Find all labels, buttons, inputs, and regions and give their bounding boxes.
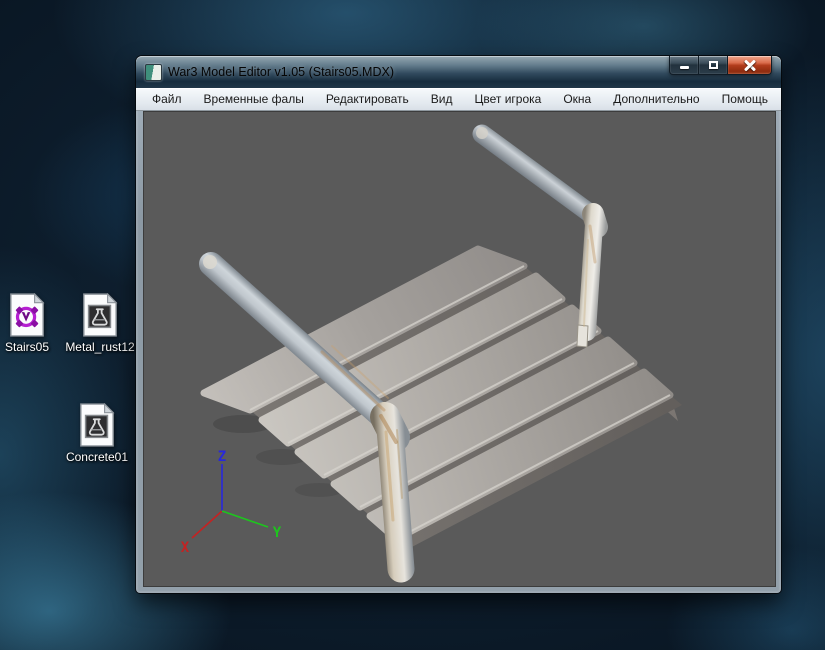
menu-player-color[interactable]: Цвет игрока xyxy=(471,90,544,108)
desktop-icon-stairs05[interactable]: Stairs05 xyxy=(0,293,59,354)
maximize-button[interactable] xyxy=(699,56,728,75)
viewport-canvas: Z X Y xyxy=(181,124,682,583)
minimize-icon xyxy=(679,66,689,69)
minimize-button[interactable] xyxy=(669,56,699,75)
menu-windows[interactable]: Окна xyxy=(560,90,594,108)
icon-label: Metal_rust12 xyxy=(65,340,135,354)
axis-indicator: Z X Y xyxy=(181,449,282,556)
icon-label: Concrete01 xyxy=(65,450,129,464)
axis-z-label: Z xyxy=(218,449,226,465)
menu-temp-files[interactable]: Временные фалы xyxy=(201,90,307,108)
menu-view[interactable]: Вид xyxy=(428,90,456,108)
war3-model-file-icon xyxy=(10,293,45,337)
menu-edit[interactable]: Редактировать xyxy=(323,90,412,108)
axis-y-label: Y xyxy=(273,525,282,541)
maximize-icon xyxy=(708,61,718,69)
war3-model-editor-window: War3 Model Editor v1.05 (Stairs05.MDX) Ф… xyxy=(136,56,781,593)
purple-emblem xyxy=(15,306,39,328)
titlebar[interactable]: War3 Model Editor v1.05 (Stairs05.MDX) xyxy=(136,56,781,88)
close-button[interactable] xyxy=(728,56,772,75)
stairs-model xyxy=(200,245,682,549)
close-icon xyxy=(744,59,756,71)
desktop-icon-metal-rust12[interactable]: Metal_rust12 xyxy=(65,293,135,354)
desktop: { "desktop": { "icons": [ { "label": "St… xyxy=(0,0,825,650)
menu-help[interactable]: Помощь xyxy=(719,90,771,108)
stairs-treads xyxy=(200,245,674,543)
desktop-icon-concrete01[interactable]: Concrete01 xyxy=(65,403,129,464)
model-viewport[interactable]: Z X Y xyxy=(143,111,776,587)
menubar: Файл Временные фалы Редактировать Вид Цв… xyxy=(136,88,781,111)
menu-file[interactable]: Файл xyxy=(149,90,185,108)
menu-extras[interactable]: Дополнительно xyxy=(610,90,702,108)
window-title: War3 Model Editor v1.05 (Stairs05.MDX) xyxy=(168,65,395,79)
flask-icon xyxy=(87,304,112,329)
texture-file-icon xyxy=(83,293,118,337)
app-icon[interactable] xyxy=(145,63,162,81)
window-controls xyxy=(669,56,772,75)
axis-x-label: X xyxy=(181,540,190,556)
texture-file-icon xyxy=(80,403,115,447)
icon-label: Stairs05 xyxy=(4,340,50,354)
flask-icon xyxy=(84,414,109,439)
